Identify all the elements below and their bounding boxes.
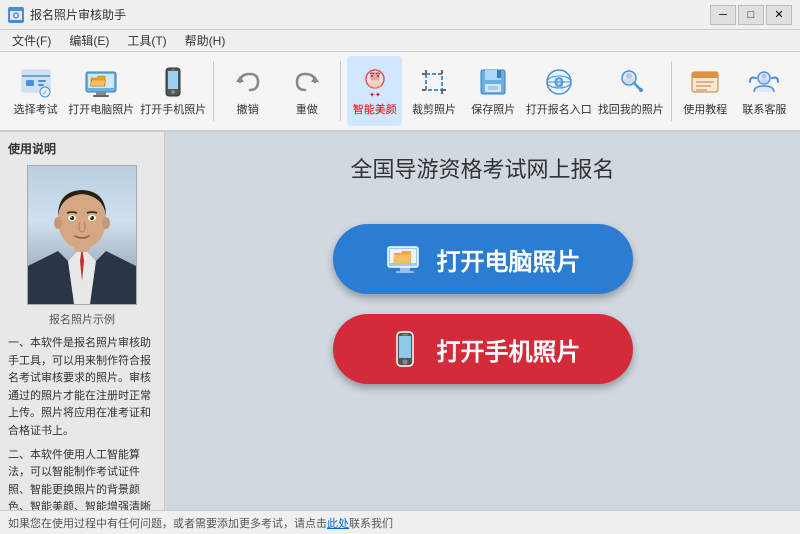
- service-icon: [746, 64, 782, 100]
- tutorial-icon: [687, 64, 723, 100]
- big-pc-icon: [385, 239, 425, 279]
- menu-bar: 文件(F) 编辑(E) 工具(T) 帮助(H): [0, 30, 800, 52]
- beauty-icon: ✦✦: [357, 64, 393, 100]
- maximize-button[interactable]: □: [738, 5, 764, 25]
- big-open-phone-button[interactable]: 打开手机照片: [333, 314, 633, 384]
- svg-text:⛓: ⛓: [552, 77, 565, 89]
- find-photo-label: 找回我的照片: [598, 104, 664, 117]
- select-exam-label: 选择考试: [14, 104, 58, 117]
- face-placeholder: [28, 166, 136, 304]
- content-area: 全国导游资格考试网上报名 打开电脑照片: [165, 132, 800, 510]
- menu-tools[interactable]: 工具(T): [119, 30, 174, 51]
- instruction-2: 二、本软件使用人工智能算法，可以智能制作考试证件照、智能更换照片的背景颜色、智能…: [8, 447, 156, 510]
- separator-3: [671, 61, 672, 121]
- app-title: 报名照片审核助手: [30, 6, 126, 23]
- service-button[interactable]: 联系客服: [737, 56, 792, 126]
- separator-2: [340, 61, 341, 121]
- status-link[interactable]: 此处: [327, 518, 349, 530]
- redo-label: 重做: [296, 104, 318, 117]
- open-register-label: 打开报名入口: [526, 104, 592, 117]
- sidebar: 使用说明: [0, 132, 165, 510]
- crop-icon: [416, 64, 452, 100]
- open-phone-photo-icon: [155, 64, 191, 100]
- menu-file[interactable]: 文件(F): [4, 30, 59, 51]
- open-phone-photo-button[interactable]: 打开手机照片: [139, 56, 207, 126]
- tutorial-button[interactable]: 使用教程: [678, 56, 733, 126]
- open-pc-photo-button[interactable]: 打开电脑照片: [67, 56, 135, 126]
- save-button[interactable]: 保存照片: [466, 56, 521, 126]
- close-button[interactable]: ✕: [766, 5, 792, 25]
- open-register-button[interactable]: ⛓ 打开报名入口: [525, 56, 593, 126]
- minimize-button[interactable]: ─: [710, 5, 736, 25]
- menu-help[interactable]: 帮助(H): [177, 30, 234, 51]
- find-photo-button[interactable]: 找回我的照片: [597, 56, 665, 126]
- big-open-pc-button[interactable]: 打开电脑照片: [333, 224, 633, 294]
- undo-icon: [230, 64, 266, 100]
- big-open-pc-label: 打开电脑照片: [437, 242, 581, 277]
- app-icon: [8, 7, 24, 23]
- content-title: 全国导游资格考试网上报名: [350, 152, 614, 184]
- open-phone-photo-label: 打开手机照片: [140, 104, 206, 117]
- status-bar: 如果您在使用过程中有任何问题，或者需要添加更多考试，请点击此处联系我们: [0, 510, 800, 534]
- big-phone-icon: [385, 329, 425, 369]
- svg-text:✓: ✓: [42, 90, 48, 97]
- status-text: 如果您在使用过程中有任何问题，或者需要添加更多考试，请点击此处联系我们: [8, 515, 393, 531]
- select-exam-button[interactable]: ✓ 选择考试: [8, 56, 63, 126]
- separator-1: [213, 61, 214, 121]
- title-bar: 报名照片审核助手 ─ □ ✕: [0, 0, 800, 30]
- redo-icon: [289, 64, 325, 100]
- find-photo-icon: [613, 64, 649, 100]
- photo-caption: 报名照片示例: [8, 311, 156, 327]
- menu-edit[interactable]: 编辑(E): [61, 30, 117, 51]
- crop-button[interactable]: 裁剪照片: [406, 56, 461, 126]
- sidebar-title: 使用说明: [8, 140, 156, 157]
- open-pc-photo-icon: [83, 64, 119, 100]
- open-register-icon: ⛓: [541, 64, 577, 100]
- undo-button[interactable]: 撤销: [220, 56, 275, 126]
- tutorial-label: 使用教程: [683, 104, 727, 117]
- photo-example: [27, 165, 137, 305]
- undo-label: 撤销: [237, 104, 259, 117]
- instruction-1: 一、本软件是报名照片审核助手工具，可以用来制作符合报名考试审核要求的照片。审核通…: [8, 335, 156, 441]
- beauty-button[interactable]: ✦✦ 智能美颜: [347, 56, 402, 126]
- save-icon: [475, 64, 511, 100]
- crop-label: 裁剪照片: [412, 104, 456, 117]
- redo-button[interactable]: 重做: [279, 56, 334, 126]
- svg-text:✦✦: ✦✦: [369, 91, 381, 99]
- toolbar: ✓ 选择考试 打开电脑照片: [0, 52, 800, 132]
- beauty-label: 智能美颜: [353, 104, 397, 117]
- save-label: 保存照片: [471, 104, 515, 117]
- title-bar-left: 报名照片审核助手: [8, 6, 126, 23]
- main-area: 使用说明: [0, 132, 800, 510]
- title-controls: ─ □ ✕: [710, 5, 792, 25]
- big-open-phone-label: 打开手机照片: [437, 332, 581, 367]
- select-exam-icon: ✓: [18, 64, 54, 100]
- service-label: 联系客服: [742, 104, 786, 117]
- open-pc-photo-label: 打开电脑照片: [68, 104, 134, 117]
